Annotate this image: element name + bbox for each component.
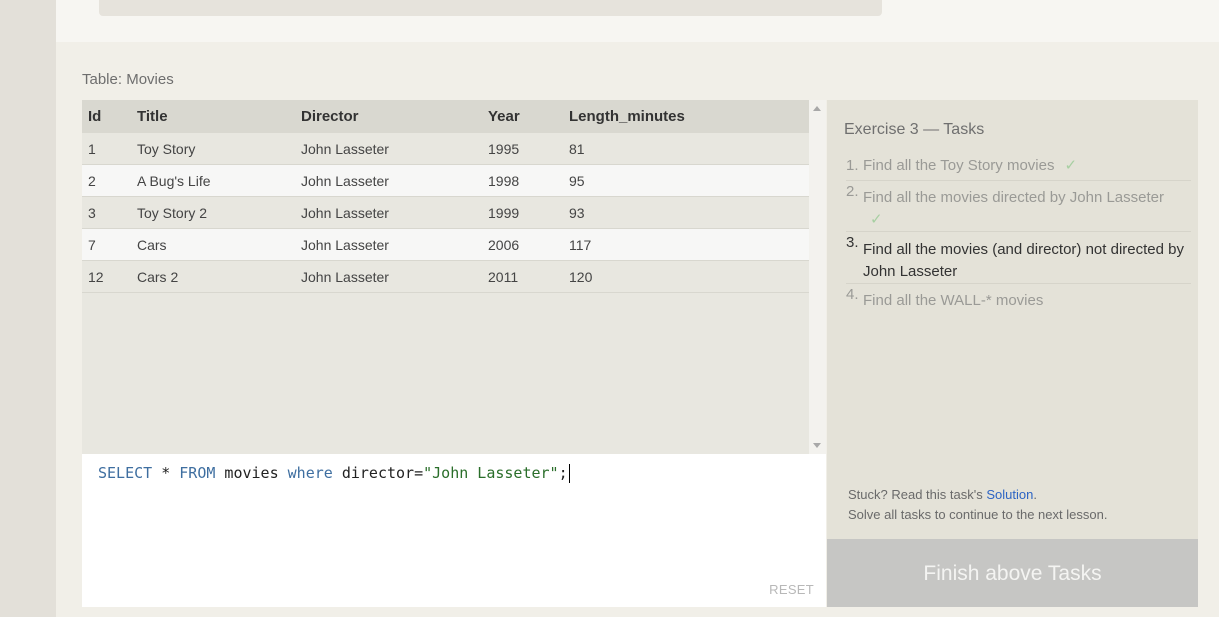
stuck-prefix: Stuck? Read this task's (848, 487, 987, 502)
cell-year: 1999 (488, 196, 569, 229)
finish-tasks-button[interactable]: Finish above Tasks (827, 539, 1198, 607)
top-area (56, 0, 1219, 42)
task-text: Find all the movies (and director) not d… (863, 241, 1184, 280)
task-item: 4. Find all the WALL-* movies (846, 284, 1191, 312)
column-header-director: Director (301, 100, 488, 133)
sql-query-text[interactable]: SELECT * FROM movies where director="Joh… (98, 464, 570, 483)
scroll-down-arrow-icon[interactable] (813, 443, 821, 448)
task-text: Find all the Toy Story movies (863, 157, 1055, 174)
lesson-main: Table: Movies Id Title Director Year Len… (56, 0, 1219, 617)
column-header-year: Year (488, 100, 569, 133)
sql-keyword-from: FROM (179, 464, 216, 482)
cell-director: John Lasseter (301, 133, 488, 165)
task-list: 1. Find all the Toy Story movies ✓ 2. Find … (846, 155, 1191, 312)
sql-token: ; (558, 464, 568, 482)
cell-id: 12 (82, 260, 137, 293)
text-cursor (568, 464, 570, 483)
table-row: 2 A Bug's Life John Lasseter 1998 95 (82, 164, 809, 197)
table-row: 12 Cars 2 John Lasseter 2011 120 (82, 260, 809, 293)
table-row: 1 Toy Story John Lasseter 1995 81 (82, 133, 809, 165)
cell-title: A Bug's Life (137, 164, 301, 197)
sql-keyword-where: where (287, 464, 333, 482)
sql-token: * (152, 464, 180, 482)
table-header-row: Id Title Director Year Length_minutes (82, 100, 809, 133)
table-row: 3 Toy Story 2 John Lasseter 1999 93 (82, 196, 809, 229)
check-icon: ✓ (870, 211, 883, 228)
left-gutter (0, 0, 56, 617)
task-number: 3. (846, 234, 859, 251)
task-item-active: 3. Find all the movies (and director) not… (846, 232, 1191, 284)
tasks-title: Exercise 3 — Tasks (844, 121, 985, 138)
sql-query-editor[interactable]: SELECT * FROM movies where director="Joh… (82, 454, 826, 607)
sql-string-literal: "John Lasseter" (423, 464, 559, 482)
cell-title: Toy Story 2 (137, 196, 301, 229)
cell-year: 2006 (488, 228, 569, 261)
task-item: 1. Find all the Toy Story movies ✓ (846, 155, 1191, 181)
cell-id: 1 (82, 133, 137, 165)
column-header-id: Id (82, 100, 137, 133)
results-table: Id Title Director Year Length_minutes 1 … (82, 100, 809, 293)
cell-length: 117 (569, 228, 809, 261)
help-note: Stuck? Read this task's Solution. Solve … (848, 485, 1107, 525)
cell-director: John Lasseter (301, 196, 488, 229)
cell-director: John Lasseter (301, 228, 488, 261)
cell-title: Cars (137, 228, 301, 261)
tasks-panel: Exercise 3 — Tasks 1. Find all the Toy St… (827, 100, 1198, 539)
cell-id: 3 (82, 196, 137, 229)
task-number: 4. (846, 286, 859, 303)
cell-length: 120 (569, 260, 809, 293)
sql-token: director= (332, 464, 424, 482)
cell-year: 1995 (488, 133, 569, 165)
table-row: 7 Cars John Lasseter 2006 117 (82, 228, 809, 261)
cell-year: 1998 (488, 164, 569, 197)
reset-button[interactable]: RESET (769, 582, 814, 597)
table-label: Table: Movies (82, 71, 174, 88)
previous-panel-edge (99, 0, 882, 16)
task-number: 2. (846, 183, 859, 200)
scroll-up-arrow-icon[interactable] (813, 106, 821, 111)
table-scrollbar[interactable] (809, 100, 826, 454)
results-table-panel: Id Title Director Year Length_minutes 1 … (82, 100, 826, 454)
column-header-length: Length_minutes (569, 100, 809, 133)
cell-id: 7 (82, 228, 137, 261)
cell-year: 2011 (488, 260, 569, 293)
solution-link[interactable]: Solution (986, 487, 1033, 502)
cell-director: John Lasseter (301, 260, 488, 293)
task-item: 2. Find all the movies directed by John L… (846, 181, 1191, 232)
cell-title: Cars 2 (137, 260, 301, 293)
sql-token: movies (215, 464, 288, 482)
cell-id: 2 (82, 164, 137, 197)
continue-note: Solve all tasks to continue to the next … (848, 507, 1108, 522)
task-text: Find all the movies directed by John Las… (863, 189, 1164, 206)
sql-keyword-select: SELECT (98, 464, 153, 482)
task-number: 1. (846, 157, 859, 174)
task-text: Find all the WALL-* movies (863, 292, 1044, 309)
cell-length: 95 (569, 164, 809, 197)
cell-director: John Lasseter (301, 164, 488, 197)
cell-length: 93 (569, 196, 809, 229)
stuck-suffix: . (1033, 487, 1037, 502)
check-icon: ✓ (1064, 157, 1078, 174)
cell-title: Toy Story (137, 133, 301, 165)
column-header-title: Title (137, 100, 301, 133)
cell-length: 81 (569, 133, 809, 165)
